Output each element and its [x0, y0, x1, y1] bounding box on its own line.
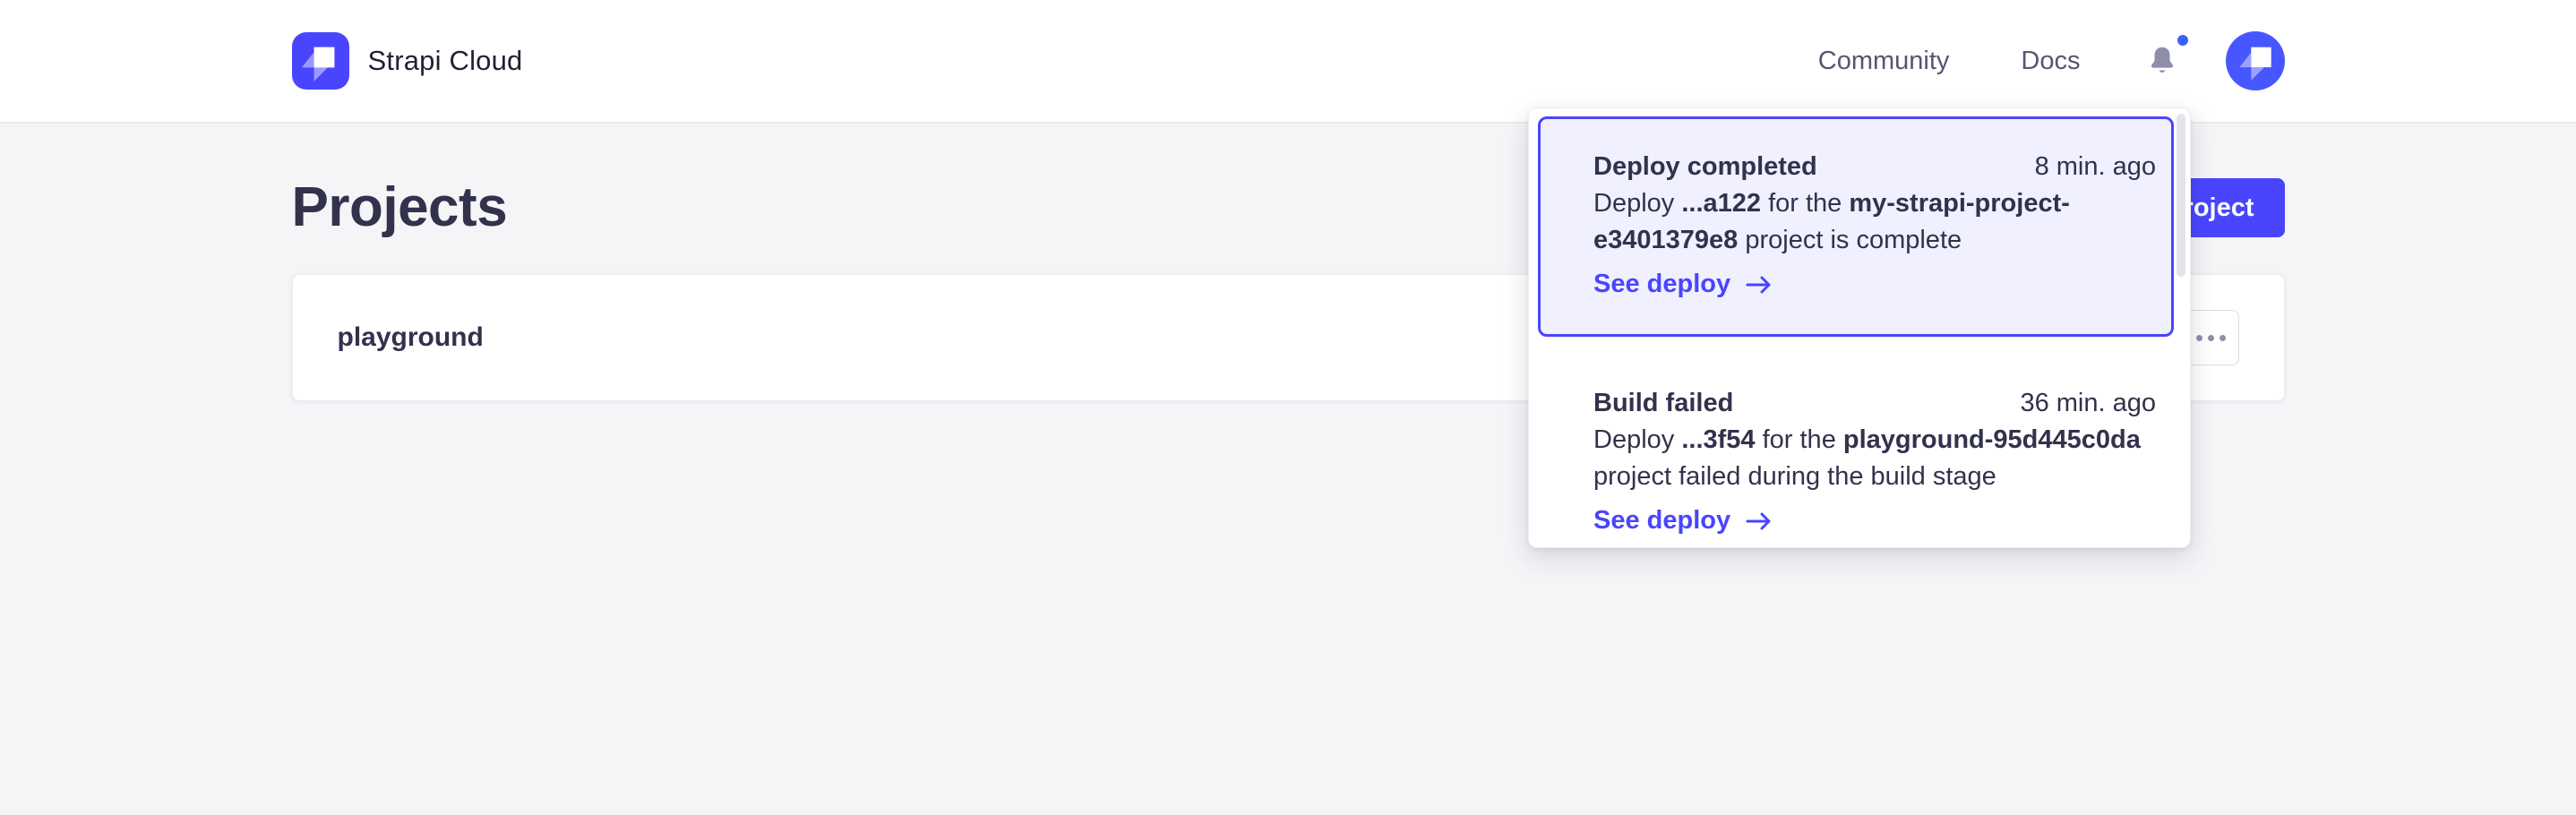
unread-dot — [2177, 35, 2188, 46]
arrow-right-icon — [1745, 274, 1773, 296]
arrow-right-icon — [1745, 510, 1773, 532]
notification-body: Deploy ...a122 for the my-strapi-project… — [1593, 185, 2156, 259]
top-navbar: Strapi Cloud Community Docs — [0, 0, 2576, 124]
brand[interactable]: Strapi Cloud — [292, 32, 523, 90]
bell-icon — [2147, 44, 2177, 78]
scrollbar-thumb[interactable] — [2177, 114, 2185, 277]
notification-item[interactable]: Deploy completed 8 min. ago Deploy ...a1… — [1538, 116, 2174, 337]
project-menu-button[interactable] — [2184, 310, 2239, 365]
notifications-button[interactable] — [2147, 41, 2183, 81]
notification-item[interactable]: Build failed 36 min. ago Deploy ...3f54 … — [1529, 337, 2190, 547]
nav-link-community[interactable]: Community — [1818, 47, 1950, 76]
strapi-logo-icon — [292, 32, 349, 90]
brand-name: Strapi Cloud — [368, 45, 523, 77]
page-title: Projects — [292, 176, 508, 240]
notifications-list: Deploy completed 8 min. ago Deploy ...a1… — [1529, 116, 2190, 547]
nav-link-docs[interactable]: Docs — [2021, 47, 2080, 76]
strapi-avatar-icon — [2226, 31, 2285, 90]
see-deploy-link[interactable]: See deploy — [1593, 502, 2156, 539]
header-nav: Community Docs — [1818, 31, 2285, 90]
notification-title: Deploy completed — [1593, 149, 1817, 185]
ellipsis-icon — [2196, 335, 2226, 341]
notification-time: 36 min. ago — [2020, 385, 2156, 422]
notification-title: Build failed — [1593, 385, 1733, 422]
see-deploy-link[interactable]: See deploy — [1593, 266, 2156, 303]
project-name: playground — [338, 322, 484, 353]
notifications-panel: Deploy completed 8 min. ago Deploy ...a1… — [1528, 107, 2191, 548]
avatar[interactable] — [2226, 31, 2285, 90]
notification-body: Deploy ...3f54 for the playground-95d445… — [1593, 422, 2156, 495]
notification-time: 8 min. ago — [2035, 149, 2156, 185]
